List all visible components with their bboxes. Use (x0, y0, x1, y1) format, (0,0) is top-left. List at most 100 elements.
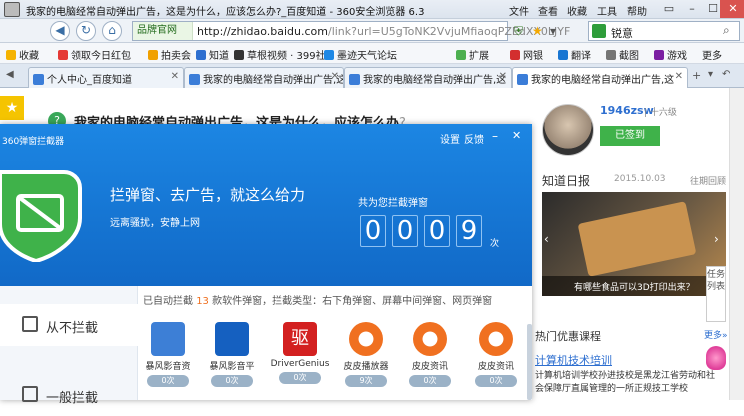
home-button[interactable]: ⌂ (102, 21, 122, 41)
undo-icon[interactable]: ↶ (722, 69, 730, 80)
toolbar-games[interactable]: 游戏 (654, 47, 687, 62)
popup-feedback-button[interactable]: 反馈 (464, 131, 484, 146)
tab-bar: ◀ 个人中心_百度知道 ✕ 我家的电脑经常自动弹出广告,这 ✕ 我家的电脑经常自动弹… (0, 64, 744, 88)
banner-prev-icon[interactable]: ‹ (544, 232, 549, 246)
page-scrollbar[interactable] (729, 88, 744, 400)
page-icon (349, 74, 360, 85)
toolbar-extensions[interactable]: 扩展 (456, 47, 489, 62)
search-engine-icon[interactable] (592, 24, 606, 38)
right-panel: 1946zsw | 十六级 已签到 知道日报 2015.10.03 往期回顾 ‹… (532, 88, 729, 400)
shield-icon[interactable]: ⛨ (514, 24, 528, 38)
menu-help[interactable]: 帮助 (627, 3, 647, 18)
count-badge: 0次 (409, 375, 451, 387)
toolbar-more[interactable]: 更多 (702, 47, 722, 62)
tab-question-1[interactable]: 我家的电脑经常自动弹出广告,这 ✕ (184, 67, 344, 88)
app-item[interactable]: 暴风影音资 0次 (138, 322, 198, 387)
address-bar[interactable]: 品牌官网 http://zhidao.baidu.com/link?url=U5… (132, 21, 570, 41)
close-tab-icon[interactable]: ✕ (499, 71, 507, 82)
bookmark-video[interactable]: 草根视频 · 399社 (234, 47, 326, 62)
egg-icon[interactable] (706, 346, 726, 370)
puzzle-icon (456, 50, 466, 60)
close-tab-icon[interactable]: ✕ (171, 71, 179, 82)
app-item[interactable]: 皮皮资讯 0次 (466, 322, 526, 387)
app-item[interactable]: 皮皮资讯 0次 (400, 322, 460, 387)
popup-close-button[interactable]: ✕ (512, 129, 521, 142)
menu-tools[interactable]: 工具 (597, 3, 617, 18)
menu-file[interactable]: 文件 (509, 3, 529, 18)
page-icon (33, 74, 44, 85)
refresh-button[interactable]: ↻ (76, 21, 96, 41)
count-digit: 0 (424, 215, 450, 247)
block-summary: 已自动拦截 13 款软件弹窗，拦截类型：右下角弹窗、屏幕中间弹窗、网页弹窗 (143, 296, 493, 307)
close-tab-icon[interactable]: ✕ (331, 71, 339, 82)
checkin-button[interactable]: 已签到 (600, 126, 660, 146)
banner-caption[interactable]: 有哪些食品可以3D打印出来？ (574, 280, 695, 293)
popup-header: 360弹窗拦截器 设置 反馈 – ✕ 拦弹窗、去广告，就这么给力 远离骚扰，安静… (0, 124, 532, 286)
new-tab-icon[interactable]: + (692, 69, 701, 82)
toolbar-translate[interactable]: 翻译 (558, 47, 591, 62)
close-tab-icon[interactable]: ✕ (675, 71, 683, 82)
avatar[interactable] (542, 104, 594, 156)
back-button[interactable]: ◀ (50, 21, 70, 41)
never-block-tab[interactable]: 从不拦截 (0, 304, 138, 346)
popup-minimize-button[interactable]: – (492, 129, 498, 143)
app-item[interactable]: 皮皮播放器 9次 (336, 322, 396, 387)
video-icon (234, 50, 244, 60)
count-badge: 0次 (279, 372, 321, 384)
star-icon (6, 50, 16, 60)
count-digit: 0 (360, 215, 386, 247)
task-list-tab[interactable]: 任务列表 (706, 266, 726, 322)
tab-list-icon[interactable]: ◀ (6, 69, 14, 80)
frame-icon (22, 316, 38, 332)
browser-logo-icon (4, 2, 20, 17)
bookmark-auction[interactable]: 拍卖会 (148, 47, 191, 62)
scissors-icon (606, 50, 616, 60)
block-count-label: 共为您拦截弹窗 (358, 198, 428, 209)
popup-sidebar: 从不拦截 一般拦截 (0, 286, 138, 406)
gift-icon (58, 50, 68, 60)
close-window-button[interactable]: ✕ (720, 0, 744, 18)
play-icon (479, 322, 513, 356)
app-item[interactable]: 驱 DriverGenius 0次 (270, 322, 330, 384)
count-digit: 0 (392, 215, 418, 247)
film-icon (215, 322, 249, 356)
daily-more-link[interactable]: 往期回顾 (690, 174, 726, 187)
toolbar-screenshot[interactable]: 截图 (606, 47, 639, 62)
menu-view[interactable]: 查看 (538, 3, 558, 18)
count-unit: 次 (490, 239, 500, 249)
weather-icon (324, 50, 334, 60)
popup-scrollbar[interactable] (527, 324, 532, 400)
banner-next-icon[interactable]: › (714, 232, 719, 246)
bookmark-red-packet[interactable]: 领取今日红包 (58, 47, 131, 62)
title-bar: 我家的电脑经常自动弹出广告，这是为什么，应该怎么办?_百度知道 - 360安全浏… (0, 0, 744, 19)
daily-date: 2015.10.03 (614, 174, 666, 184)
star-icon[interactable]: ★ (532, 24, 546, 38)
search-icon[interactable]: ⌕ (723, 23, 730, 38)
search-box[interactable]: 锐意 ⌕ (588, 21, 740, 41)
toolbar-bank[interactable]: 网银 (510, 47, 543, 62)
chevron-down-icon[interactable]: ▾ (550, 24, 564, 38)
count-digit: 9 (456, 215, 482, 247)
hot-more-link[interactable]: 更多» (704, 328, 728, 341)
tab-personal-center[interactable]: 个人中心_百度知道 ✕ (28, 67, 184, 88)
user-level: | 十六级 (644, 108, 677, 118)
tab-question-active[interactable]: 我家的电脑经常自动弹出广告,这 ✕ (512, 67, 688, 88)
play-icon (413, 322, 447, 356)
bookmark-weather[interactable]: 墨迹天气论坛 (324, 47, 397, 62)
tab-question-2[interactable]: 我家的电脑经常自动弹出广告,这 ✕ (344, 67, 512, 88)
chevron-down-icon[interactable]: ▾ (708, 69, 713, 80)
bank-icon (510, 50, 520, 60)
daily-banner[interactable]: ‹ › 有哪些食品可以3D打印出来？ (542, 192, 726, 296)
page-icon (517, 74, 528, 85)
search-input[interactable]: 锐意 (611, 25, 633, 41)
menu-favorites[interactable]: 收藏 (567, 3, 587, 18)
bookmark-zhidao[interactable]: 知道 (196, 47, 229, 62)
popup-settings-button[interactable]: 设置 (440, 131, 460, 146)
bookmark-favorites[interactable]: 收藏 (6, 47, 39, 62)
app-item[interactable]: 暴风影音平 0次 (202, 322, 262, 387)
bread-image (577, 201, 697, 277)
navigation-bar: ◀ ↻ ⌂ 品牌官网 http://zhidao.baidu.com/link?… (0, 19, 744, 43)
favorite-star-icon[interactable]: ★ (0, 96, 24, 120)
course-link[interactable]: 计算机技术培训 (535, 352, 612, 368)
normal-block-tab[interactable]: 一般拦截 (0, 374, 138, 416)
